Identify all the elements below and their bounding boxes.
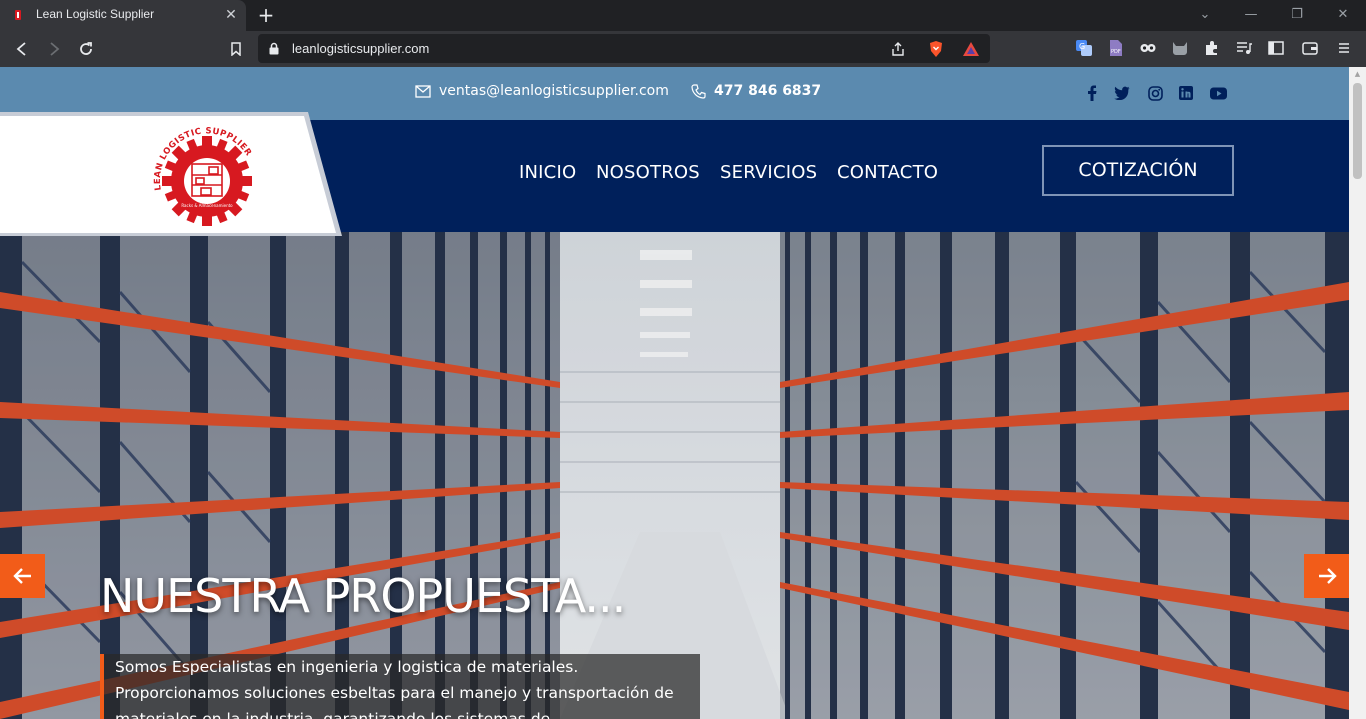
hero-description-box: Somos Especialistas en ingenieria y logi…	[100, 654, 700, 719]
share-icon[interactable]	[888, 39, 908, 59]
minimize-button[interactable]: —	[1237, 4, 1265, 26]
warehouse-hero-image	[0, 232, 1349, 719]
brave-rewards-icon[interactable]	[961, 39, 981, 59]
media-playlist-icon[interactable]	[1235, 39, 1253, 57]
menu-icon[interactable]	[1335, 39, 1353, 57]
hero-title: NUESTRA PROPUESTA...	[100, 569, 626, 623]
logo-tagline: Racks & Almacenamiento	[181, 203, 233, 208]
scroll-up-arrow-icon[interactable]: ▲	[1353, 70, 1362, 79]
translate-extension-icon[interactable]: G	[1075, 39, 1093, 57]
browser-toolbar: leanlogisticsupplier.com G PDF	[0, 31, 1366, 67]
slider-next-button[interactable]	[1304, 554, 1349, 598]
facebook-icon[interactable]	[1083, 84, 1101, 102]
twitter-icon[interactable]	[1113, 84, 1131, 102]
back-button[interactable]	[10, 37, 34, 61]
linkedin-icon[interactable]	[1177, 84, 1195, 102]
arrow-left-icon	[12, 568, 31, 584]
cat-extension-icon[interactable]	[1171, 39, 1189, 57]
pdf-extension-icon[interactable]: PDF	[1107, 39, 1125, 57]
page-scrollbar[interactable]: ▲	[1349, 67, 1366, 719]
bookmark-button[interactable]	[224, 37, 248, 61]
svg-text:PDF: PDF	[1111, 49, 1121, 55]
reload-button[interactable]	[74, 37, 98, 61]
nav-nosotros[interactable]: NOSOTROS	[596, 162, 700, 183]
site-favicon-icon	[15, 10, 21, 20]
logo-panel[interactable]: LEAN LOGISTIC SUPPLIER Racks & Almacenam…	[0, 112, 342, 236]
hero-description: Somos Especialistas en ingenieria y logi…	[115, 658, 674, 719]
phone-text: 477 846 6837	[714, 83, 822, 99]
instagram-icon[interactable]	[1146, 84, 1164, 102]
url-text: leanlogisticsupplier.com	[292, 41, 430, 56]
forward-button[interactable]	[42, 37, 66, 61]
new-tab-button[interactable]: +	[254, 3, 278, 27]
scrollbar-thumb[interactable]	[1353, 83, 1362, 179]
brave-shield-icon[interactable]	[926, 39, 946, 59]
forward-arrow-icon	[50, 42, 60, 56]
cotizacion-button[interactable]: COTIZACIÓN	[1042, 145, 1234, 196]
extensions-puzzle-icon[interactable]	[1203, 39, 1221, 57]
wallet-icon[interactable]	[1301, 39, 1319, 57]
nav-contacto[interactable]: CONTACTO	[837, 162, 938, 183]
slider-prev-button[interactable]	[0, 554, 45, 598]
back-arrow-icon	[16, 42, 26, 56]
hero-slider: NUESTRA PROPUESTA... Somos Especialistas…	[0, 232, 1349, 719]
email-text: ventas@leanlogisticsupplier.com	[439, 83, 669, 99]
email-link[interactable]: ventas@leanlogisticsupplier.com	[415, 83, 669, 99]
nav-inicio[interactable]: INICIO	[519, 162, 576, 183]
nav-servicios[interactable]: SERVICIOS	[720, 162, 817, 183]
phone-icon	[691, 83, 706, 99]
owl-extension-icon[interactable]	[1139, 39, 1157, 57]
bookmark-icon	[231, 42, 241, 56]
tab-search-icon[interactable]: ⌄	[1191, 4, 1219, 26]
close-window-button[interactable]: ✕	[1329, 4, 1357, 26]
arrow-right-icon	[1318, 568, 1337, 584]
envelope-icon	[415, 84, 431, 98]
lock-icon	[269, 42, 279, 55]
browser-tab[interactable]: Lean Logistic Supplier ✕	[0, 0, 246, 31]
tab-close-icon[interactable]: ✕	[222, 6, 240, 24]
phone-link[interactable]: 477 846 6837	[691, 83, 821, 99]
browser-tab-strip: Lean Logistic Supplier ✕ + ⌄ — ❐ ✕	[0, 0, 1366, 31]
address-bar[interactable]: leanlogisticsupplier.com	[258, 34, 990, 63]
page-viewport: ventas@leanlogisticsupplier.com 477 846 …	[0, 67, 1349, 719]
reload-icon	[80, 42, 92, 55]
sidebar-toggle-icon[interactable]	[1267, 39, 1285, 57]
restore-button[interactable]: ❐	[1283, 4, 1311, 26]
youtube-icon[interactable]	[1209, 84, 1227, 102]
tab-title: Lean Logistic Supplier	[36, 7, 155, 21]
svg-text:G: G	[1079, 42, 1085, 51]
